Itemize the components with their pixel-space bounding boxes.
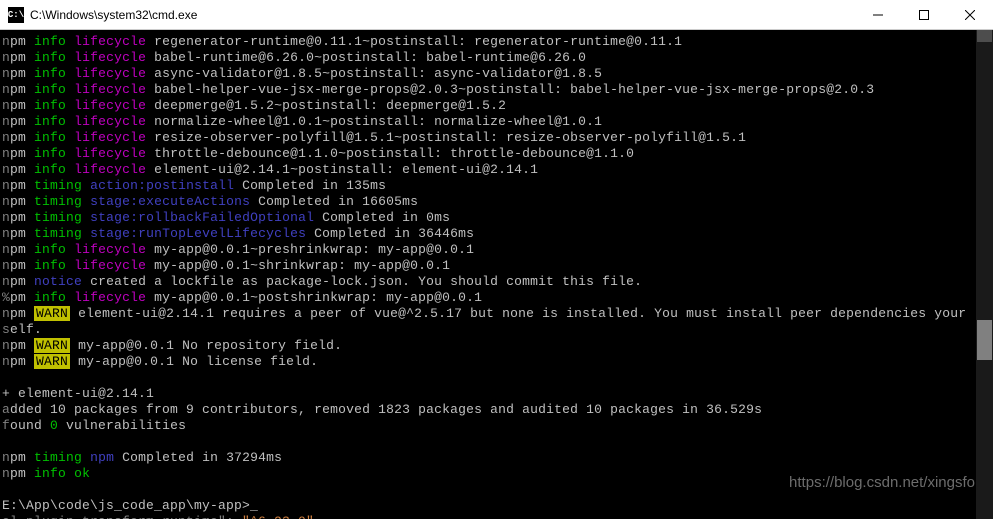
window-controls bbox=[855, 0, 993, 29]
minimize-button[interactable] bbox=[855, 0, 901, 29]
terminal-line bbox=[2, 434, 993, 450]
terminal-output[interactable]: npm info lifecycle regenerator-runtime@0… bbox=[0, 30, 993, 519]
terminal-line: %pm info lifecycle my-app@0.0.1~postshri… bbox=[2, 290, 993, 306]
terminal-line: added 10 packages from 9 contributors, r… bbox=[2, 402, 993, 418]
watermark-text: https://blog.csdn.net/xingsfo bbox=[789, 474, 975, 491]
vertical-scrollbar[interactable] bbox=[976, 30, 993, 519]
terminal-line: + element-ui@2.14.1 bbox=[2, 386, 993, 402]
cmd-icon: C:\ bbox=[8, 7, 24, 23]
terminal-line: npm info lifecycle resize-observer-polyf… bbox=[2, 130, 993, 146]
terminal-line: npm info lifecycle regenerator-runtime@0… bbox=[2, 34, 993, 50]
close-button[interactable] bbox=[947, 0, 993, 29]
terminal-line: npm timing stage:runTopLevelLifecycles C… bbox=[2, 226, 993, 242]
terminal-line bbox=[2, 370, 993, 386]
minimize-icon bbox=[873, 10, 883, 20]
terminal-line: npm timing stage:executeActions Complete… bbox=[2, 194, 993, 210]
terminal-line: found 0 vulnerabilities bbox=[2, 418, 993, 434]
terminal-line: npm info lifecycle element-ui@2.14.1~pos… bbox=[2, 162, 993, 178]
terminal-line: npm WARN element-ui@2.14.1 requires a pe… bbox=[2, 306, 993, 322]
terminal-line: npm info lifecycle my-app@0.0.1~shrinkwr… bbox=[2, 258, 993, 274]
terminal-line: npm notice created a lockfile as package… bbox=[2, 274, 993, 290]
terminal-line: npm WARN my-app@0.0.1 No license field. bbox=[2, 354, 993, 370]
terminal-line: E:\App\code\js_code_app\my-app>_ bbox=[2, 498, 993, 514]
maximize-button[interactable] bbox=[901, 0, 947, 29]
terminal-line: npm info lifecycle my-app@0.0.1~preshrin… bbox=[2, 242, 993, 258]
close-icon bbox=[965, 10, 975, 20]
terminal-line: npm timing stage:rollbackFailedOptional … bbox=[2, 210, 993, 226]
terminal-line: npm info lifecycle babel-runtime@6.26.0~… bbox=[2, 50, 993, 66]
terminal-line: el-plugin-transform-runtime": "^6.23.0", bbox=[2, 514, 993, 519]
terminal-line: npm info lifecycle async-validator@1.8.5… bbox=[2, 66, 993, 82]
window-titlebar: C:\ C:\Windows\system32\cmd.exe bbox=[0, 0, 993, 30]
terminal-line: npm info lifecycle babel-helper-vue-jsx-… bbox=[2, 82, 993, 98]
scrollbar-thumb-top[interactable] bbox=[977, 30, 992, 42]
terminal-line: npm timing action:postinstall Completed … bbox=[2, 178, 993, 194]
maximize-icon bbox=[919, 10, 929, 20]
terminal-line: self. bbox=[2, 322, 993, 338]
window-title: C:\Windows\system32\cmd.exe bbox=[30, 8, 855, 22]
terminal-line: npm timing npm Completed in 37294ms bbox=[2, 450, 993, 466]
scrollbar-thumb[interactable] bbox=[977, 320, 992, 360]
terminal-line: npm WARN my-app@0.0.1 No repository fiel… bbox=[2, 338, 993, 354]
terminal-line: npm info lifecycle normalize-wheel@1.0.1… bbox=[2, 114, 993, 130]
terminal-line: npm info lifecycle deepmerge@1.5.2~posti… bbox=[2, 98, 993, 114]
terminal-line: npm info lifecycle throttle-debounce@1.1… bbox=[2, 146, 993, 162]
